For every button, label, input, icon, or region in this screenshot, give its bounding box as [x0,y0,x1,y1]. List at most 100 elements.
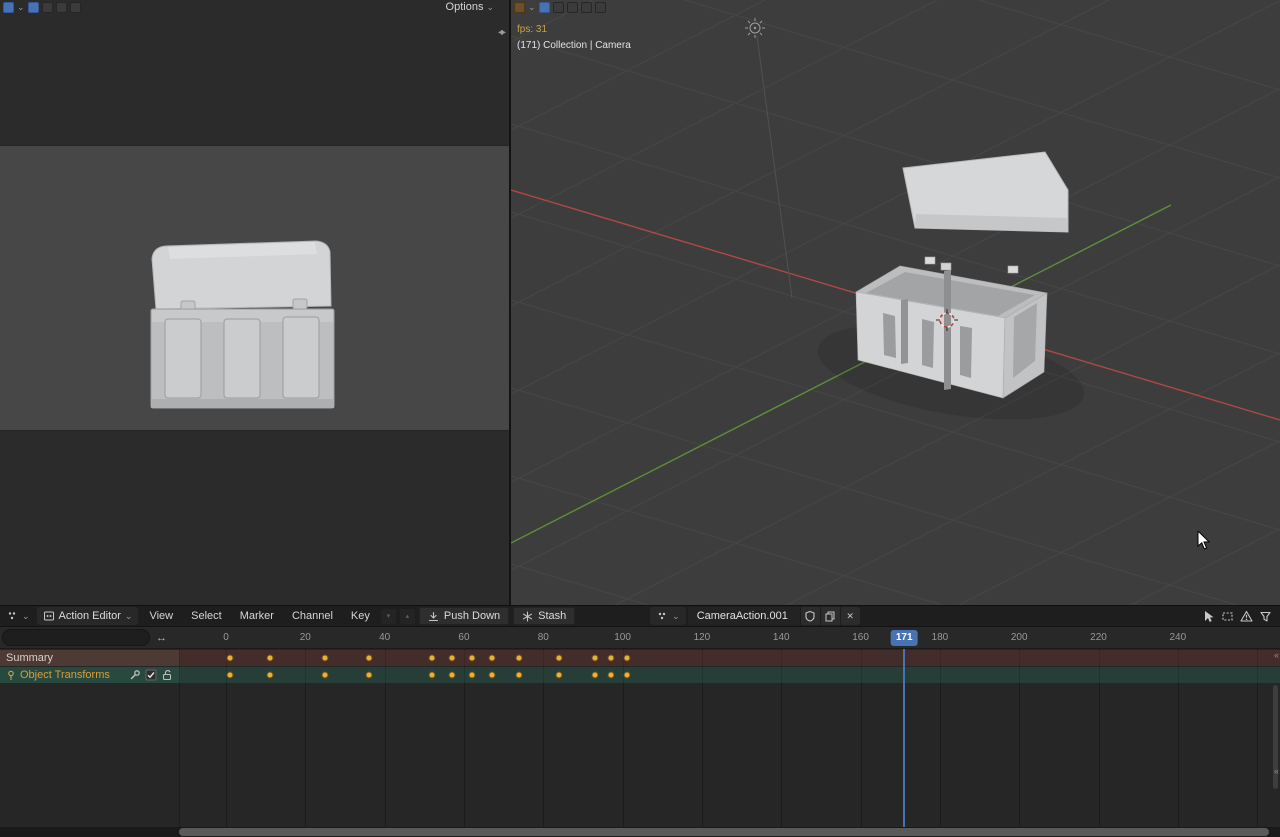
header-dropdown-a[interactable]: ▾ [381,609,396,624]
expand-arrows-icon[interactable]: ↔ [156,627,167,649]
keyframe-dot[interactable] [488,655,495,662]
keyframe-dot[interactable] [365,672,372,679]
ruler-tick-label: 220 [1090,627,1107,648]
keyframe-dot[interactable] [516,672,523,679]
editor-type-icon[interactable] [514,2,525,13]
editor-mode-label: Action Editor [59,610,121,622]
keyframe-dot[interactable] [591,655,598,662]
current-frame-badge[interactable]: 171 [891,630,918,646]
channel-search-field[interactable] [2,629,150,646]
keyframe-dot[interactable] [429,672,436,679]
keyframe-dot[interactable] [556,672,563,679]
dopesheet-canvas[interactable]: ↔ 171 020406080100120140160180200220240 … [0,627,1280,827]
channel-label-object-transforms[interactable]: Object Transforms [0,667,179,683]
editor-type-button[interactable]: ⌄ [4,608,33,624]
keyframe-dot[interactable] [468,672,475,679]
new-action-button[interactable] [820,607,840,625]
show-errors-filter-button[interactable] [1240,610,1253,623]
unlink-action-button[interactable]: ✕ [840,607,860,625]
action-name-field[interactable]: CameraAction.001 [688,607,800,625]
blender-window: { "colors":{"accent_blue":"#4772b3","key… [0,0,1280,837]
fake-user-button[interactable] [800,607,820,625]
filter-funnel-button[interactable] [1259,610,1272,623]
viewport-3d[interactable]: ⌄ fps: 31 (171) Collection | Camera [511,0,1280,605]
ruler-tick-label: 20 [300,627,311,648]
keyframe-dot[interactable] [449,655,456,662]
keyframe-dot[interactable] [468,655,475,662]
shading-solid-icon[interactable] [581,2,592,13]
menu-select[interactable]: Select [184,605,229,627]
channel-row-object-transforms[interactable]: Object Transforms [0,667,1280,683]
keyframe-dot[interactable] [591,672,598,679]
menu-marker[interactable]: Marker [233,605,281,627]
playhead[interactable] [903,649,905,827]
push-down-button[interactable]: Push Down [419,607,509,625]
push-down-label: Push Down [444,610,500,622]
region-resize-arrows[interactable]: ◂▸ [498,27,504,38]
xray-toggle-icon[interactable] [567,2,578,13]
region-scroll-handle-bottom[interactable]: « [1274,766,1279,776]
lock-open-icon[interactable] [161,669,173,681]
region-scroll-handle-top[interactable]: « [1274,650,1279,660]
xray-toggle-icon[interactable] [56,2,67,13]
dopesheet-header: ⌄ Action Editor ⌄ View Select Marker Cha… [0,605,1280,627]
ruler-tick-label: 160 [852,627,869,648]
keyframe-dot[interactable] [266,672,273,679]
camera-viewport[interactable]: ⌄ Options ⌄ [0,0,509,605]
chevron-down-icon: ⌄ [22,612,30,621]
chevron-down-icon: ⌄ [672,612,680,621]
channel-label-summary[interactable]: Summary [0,650,179,666]
shading-toggle-icon[interactable] [70,2,81,13]
header-dropdown-b[interactable]: ▴ [400,609,415,624]
gizmo-toggle-icon[interactable] [28,2,39,13]
ruler-tick-label: 100 [614,627,631,648]
horizontal-scrollbar[interactable] [0,827,1280,837]
show-hidden-filter-button[interactable] [1221,610,1234,623]
keyframe-dot[interactable] [226,672,233,679]
keyframe-dot[interactable] [266,655,273,662]
menu-key[interactable]: Key [344,605,377,627]
keyframe-dot[interactable] [607,655,614,662]
keyframe-dot[interactable] [449,672,456,679]
scene-info-text: (171) Collection | Camera [517,38,631,54]
action-icon [656,610,668,622]
keyframe-dot[interactable] [429,655,436,662]
keyframe-dot[interactable] [226,655,233,662]
options-menu[interactable]: Options ⌄ [446,1,494,13]
gizmo-toggle-icon[interactable] [539,2,550,13]
modifier-wrench-icon[interactable] [129,669,141,681]
horizontal-scrollbar-thumb[interactable] [179,828,1269,836]
only-selected-filter-button[interactable] [1202,610,1215,623]
keyframe-dot[interactable] [322,672,329,679]
overlay-toggle-icon[interactable] [42,2,53,13]
keyframe-dot[interactable] [516,655,523,662]
keyframe-dot[interactable] [623,655,630,662]
pin-icon[interactable] [6,670,16,681]
chevron-down-icon: ⌄ [125,612,133,621]
options-label: Options [446,1,484,13]
camera-viewport-header: ⌄ Options ⌄ [0,0,509,14]
keyframe-dot[interactable] [623,672,630,679]
chevron-down-icon: ⌄ [17,3,25,12]
editor-mode-dropdown[interactable]: Action Editor ⌄ [37,607,139,625]
overlay-toggle-icon[interactable] [553,2,564,13]
stash-button[interactable]: Stash [513,607,575,625]
keyframe-dot[interactable] [365,655,372,662]
keyframe-dot[interactable] [607,672,614,679]
channel-row-summary[interactable]: Summary [0,650,1280,666]
light-gizmo-icon [745,18,765,38]
ruler-tick-label: 140 [773,627,790,648]
browse-action-button[interactable]: ⌄ [650,607,686,625]
frame-ruler[interactable]: ↔ 171 020406080100120140160180200220240 [0,627,1280,649]
keyframe-dot[interactable] [556,655,563,662]
shading-rendered-icon[interactable] [595,2,606,13]
viewport-3d-render [511,0,1280,605]
keyframe-dot[interactable] [322,655,329,662]
menu-view[interactable]: View [142,605,180,627]
editor-type-icon[interactable] [3,2,14,13]
keyframe-dot[interactable] [488,672,495,679]
menu-channel[interactable]: Channel [285,605,340,627]
mute-checkbox-icon[interactable] [145,669,157,681]
chevron-down-icon: ⌄ [486,3,494,12]
channel-name: Object Transforms [20,669,110,681]
